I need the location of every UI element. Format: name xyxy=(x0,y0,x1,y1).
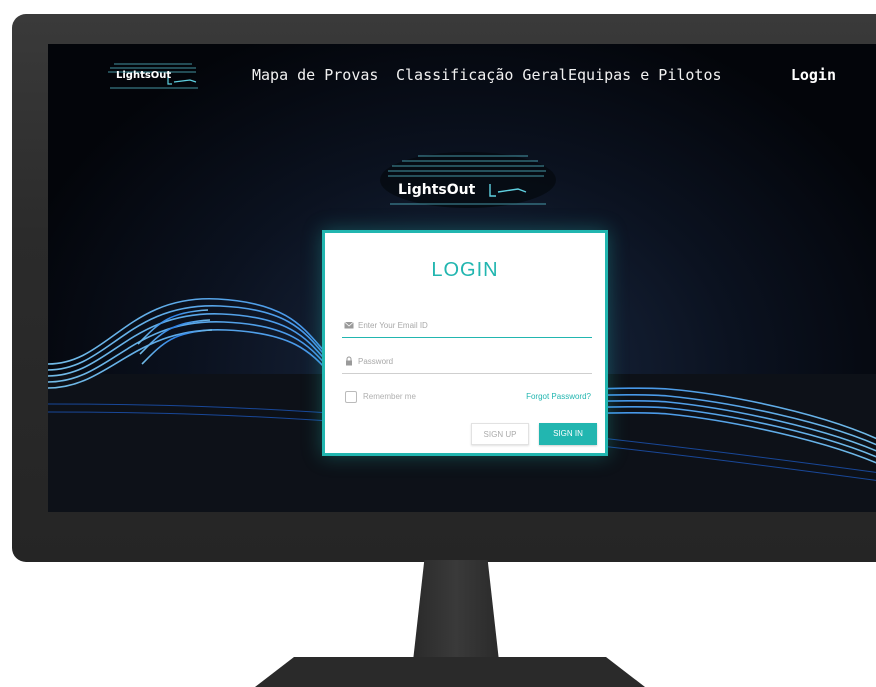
forgot-password-link[interactable]: Forgot Password? xyxy=(526,392,591,401)
monitor-frame: LightsOut Mapa de Provas Classificação G… xyxy=(12,14,876,562)
nav-link-classificacao-geral[interactable]: Classificação Geral xyxy=(396,66,568,84)
password-field[interactable] xyxy=(342,351,592,374)
nav-link-mapa-de-provas[interactable]: Mapa de Provas xyxy=(252,66,378,84)
nav-link-equipas-e-pilotos[interactable]: Equipas e Pilotos xyxy=(568,66,722,84)
email-field[interactable] xyxy=(342,315,592,338)
sign-in-button[interactable]: SIGN IN xyxy=(539,423,597,445)
envelope-icon xyxy=(344,321,354,329)
password-input[interactable] xyxy=(358,353,588,369)
top-navigation: LightsOut Mapa de Provas Classificação G… xyxy=(48,44,876,106)
nav-logo-text: LightsOut xyxy=(116,70,172,81)
monitor-stand-base xyxy=(255,657,645,687)
login-title: LOGIN xyxy=(431,259,499,281)
hero-logo-speed-lines-icon xyxy=(380,152,556,208)
lock-icon xyxy=(346,356,352,366)
hero-logo: LightsOut xyxy=(378,150,558,210)
remember-me-checkbox[interactable] xyxy=(345,391,357,403)
sign-up-button[interactable]: SIGN UP xyxy=(471,423,529,445)
hero-logo-text: LightsOut xyxy=(398,182,476,198)
website-screen: LightsOut Mapa de Provas Classificação G… xyxy=(48,44,876,512)
monitor-stand-neck xyxy=(412,560,500,670)
email-input[interactable] xyxy=(358,317,588,333)
monitor-screen: LightsOut Mapa de Provas Classificação G… xyxy=(48,44,876,512)
remember-me-label: Remember me xyxy=(363,392,416,401)
nav-logo[interactable]: LightsOut xyxy=(106,60,206,92)
nav-login-link[interactable]: Login xyxy=(791,66,836,84)
login-card: LOGIN Remembe xyxy=(322,230,608,456)
